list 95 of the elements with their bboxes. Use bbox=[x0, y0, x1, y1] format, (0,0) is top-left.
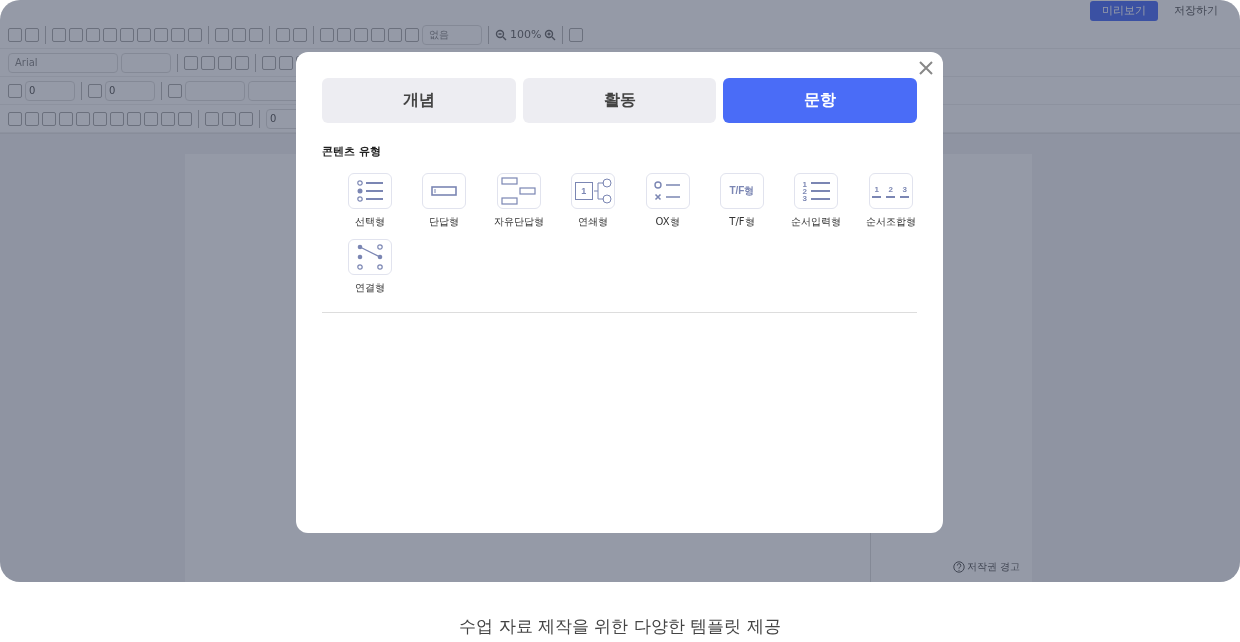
caption: 수업 자료 제작을 위한 다양한 템플릿 제공 bbox=[458, 615, 782, 638]
content-type-label: 연결형 bbox=[355, 281, 385, 295]
toolbar-icon[interactable] bbox=[127, 111, 141, 126]
toolbar-icon[interactable] bbox=[222, 111, 236, 126]
toolbar-icon[interactable] bbox=[120, 27, 134, 42]
dropdown[interactable]: Arial bbox=[8, 52, 118, 73]
toolbar-icon[interactable] bbox=[178, 111, 192, 126]
toolbar-icon[interactable] bbox=[276, 27, 290, 42]
toolbar-icon[interactable] bbox=[154, 27, 168, 42]
zoom-level: 100% bbox=[510, 28, 542, 41]
toolbar-icon[interactable] bbox=[320, 27, 334, 42]
toolbar-icon[interactable] bbox=[293, 27, 307, 42]
text-fields-icon bbox=[500, 177, 537, 205]
number-label: 2 bbox=[888, 184, 893, 194]
toolbar-icon[interactable] bbox=[25, 111, 39, 126]
toolbar-icon[interactable] bbox=[279, 55, 293, 70]
toolbar-icon[interactable] bbox=[262, 55, 276, 70]
content-type-tile[interactable] bbox=[645, 173, 690, 209]
toolbar-icon[interactable] bbox=[235, 55, 249, 70]
ox-icon bbox=[653, 181, 682, 201]
content-type-label: 순서입력형 bbox=[791, 215, 842, 229]
tab[interactable]: 개념 bbox=[322, 78, 516, 123]
toolbar-icon[interactable] bbox=[103, 27, 117, 42]
content-type-label: T/F형 bbox=[729, 215, 755, 229]
toolbar-icon[interactable] bbox=[161, 111, 175, 126]
tf-icon-label: T/F형 bbox=[729, 184, 755, 198]
number-box: 1 bbox=[574, 182, 593, 200]
toolbar-icon[interactable] bbox=[76, 111, 90, 126]
toolbar-icon[interactable] bbox=[201, 55, 215, 70]
text-field-icon bbox=[431, 186, 458, 196]
number-label: 2 bbox=[802, 187, 808, 195]
toolbar-icon[interactable] bbox=[8, 27, 22, 42]
toolbar-icon[interactable] bbox=[42, 111, 56, 126]
content-type-tile[interactable] bbox=[348, 173, 392, 209]
content-type-label: 자유단답형 bbox=[493, 215, 544, 229]
input-field[interactable]: 0 bbox=[105, 80, 155, 101]
content-type-tile[interactable]: T/F형 bbox=[719, 173, 764, 209]
zoom-out-icon bbox=[495, 28, 507, 41]
number-label: 3 bbox=[902, 184, 907, 194]
close-icon bbox=[919, 60, 933, 75]
toolbar-icon[interactable] bbox=[184, 55, 198, 70]
content-type-label: OX형 bbox=[655, 215, 680, 229]
toolbar-icon[interactable] bbox=[371, 27, 385, 42]
toolbar-icon[interactable] bbox=[388, 27, 402, 42]
number-label: 1 bbox=[802, 180, 808, 188]
content-type-label: 단답형 bbox=[429, 215, 460, 229]
content-type-tile[interactable] bbox=[422, 173, 467, 209]
content-type-tile[interactable] bbox=[348, 239, 392, 275]
toolbar-icon[interactable] bbox=[405, 27, 419, 42]
toolbar-icon[interactable] bbox=[232, 27, 246, 42]
input-field[interactable]: 0 bbox=[25, 80, 75, 101]
content-type-tile[interactable] bbox=[496, 173, 541, 209]
list-icon bbox=[356, 180, 384, 202]
toolbar-icon[interactable] bbox=[110, 111, 124, 126]
content-type-tile[interactable]: 1 bbox=[571, 173, 616, 209]
toolbar-icon[interactable] bbox=[144, 111, 158, 126]
number-label: 1 bbox=[874, 184, 879, 194]
toolbar-icon[interactable] bbox=[8, 111, 22, 126]
toolbar-icon[interactable] bbox=[168, 83, 182, 98]
toolbar-icon[interactable] bbox=[569, 27, 584, 42]
matching-icon bbox=[356, 244, 384, 270]
toolbar-icon[interactable] bbox=[137, 27, 151, 42]
toolbar-icon[interactable] bbox=[354, 27, 368, 42]
tab[interactable]: 활동 bbox=[522, 78, 717, 123]
number-label: 3 bbox=[802, 194, 808, 202]
toolbar-icon[interactable] bbox=[337, 27, 351, 42]
toolbar-icon[interactable] bbox=[88, 83, 102, 98]
toolbar-icon[interactable] bbox=[218, 55, 232, 70]
toolbar-icon[interactable] bbox=[188, 27, 202, 42]
toolbar-icon[interactable] bbox=[69, 27, 83, 42]
tab[interactable]: 문항 bbox=[723, 78, 917, 123]
lines-icon bbox=[810, 180, 831, 202]
header-button[interactable]: 저장하기 bbox=[1162, 1, 1230, 21]
help-icon bbox=[952, 561, 965, 573]
toolbar-icon[interactable] bbox=[59, 111, 73, 126]
header-button[interactable]: 미리보기 bbox=[1090, 1, 1158, 21]
content-type-label: 연쇄형 bbox=[578, 215, 609, 229]
branch-icon bbox=[593, 177, 612, 205]
toolbar-icon[interactable] bbox=[93, 111, 107, 126]
toolbar-icon[interactable] bbox=[8, 83, 22, 98]
toolbar-icon[interactable] bbox=[52, 27, 66, 42]
content-type-label: 선택형 bbox=[355, 215, 385, 229]
toolbar-icon[interactable] bbox=[171, 27, 185, 42]
copyright-warning-link[interactable]: 저작권 경고 bbox=[966, 560, 1020, 574]
toolbar-icon[interactable] bbox=[249, 27, 263, 42]
content-type-tile[interactable]: 1 2 3 bbox=[794, 173, 839, 209]
toolbar-icon[interactable] bbox=[25, 27, 39, 42]
toolbar-icon[interactable] bbox=[215, 27, 229, 42]
content-type-label: 순서조합형 bbox=[865, 215, 916, 229]
toolbar-icon[interactable] bbox=[205, 111, 219, 126]
toolbar-icon[interactable] bbox=[86, 27, 100, 42]
zoom-in-icon bbox=[544, 28, 557, 41]
content-type-tile[interactable]: 1 2 3 bbox=[868, 173, 913, 209]
section-title: 콘텐츠 유형 bbox=[322, 144, 382, 159]
toolbar-icon[interactable] bbox=[239, 111, 253, 126]
